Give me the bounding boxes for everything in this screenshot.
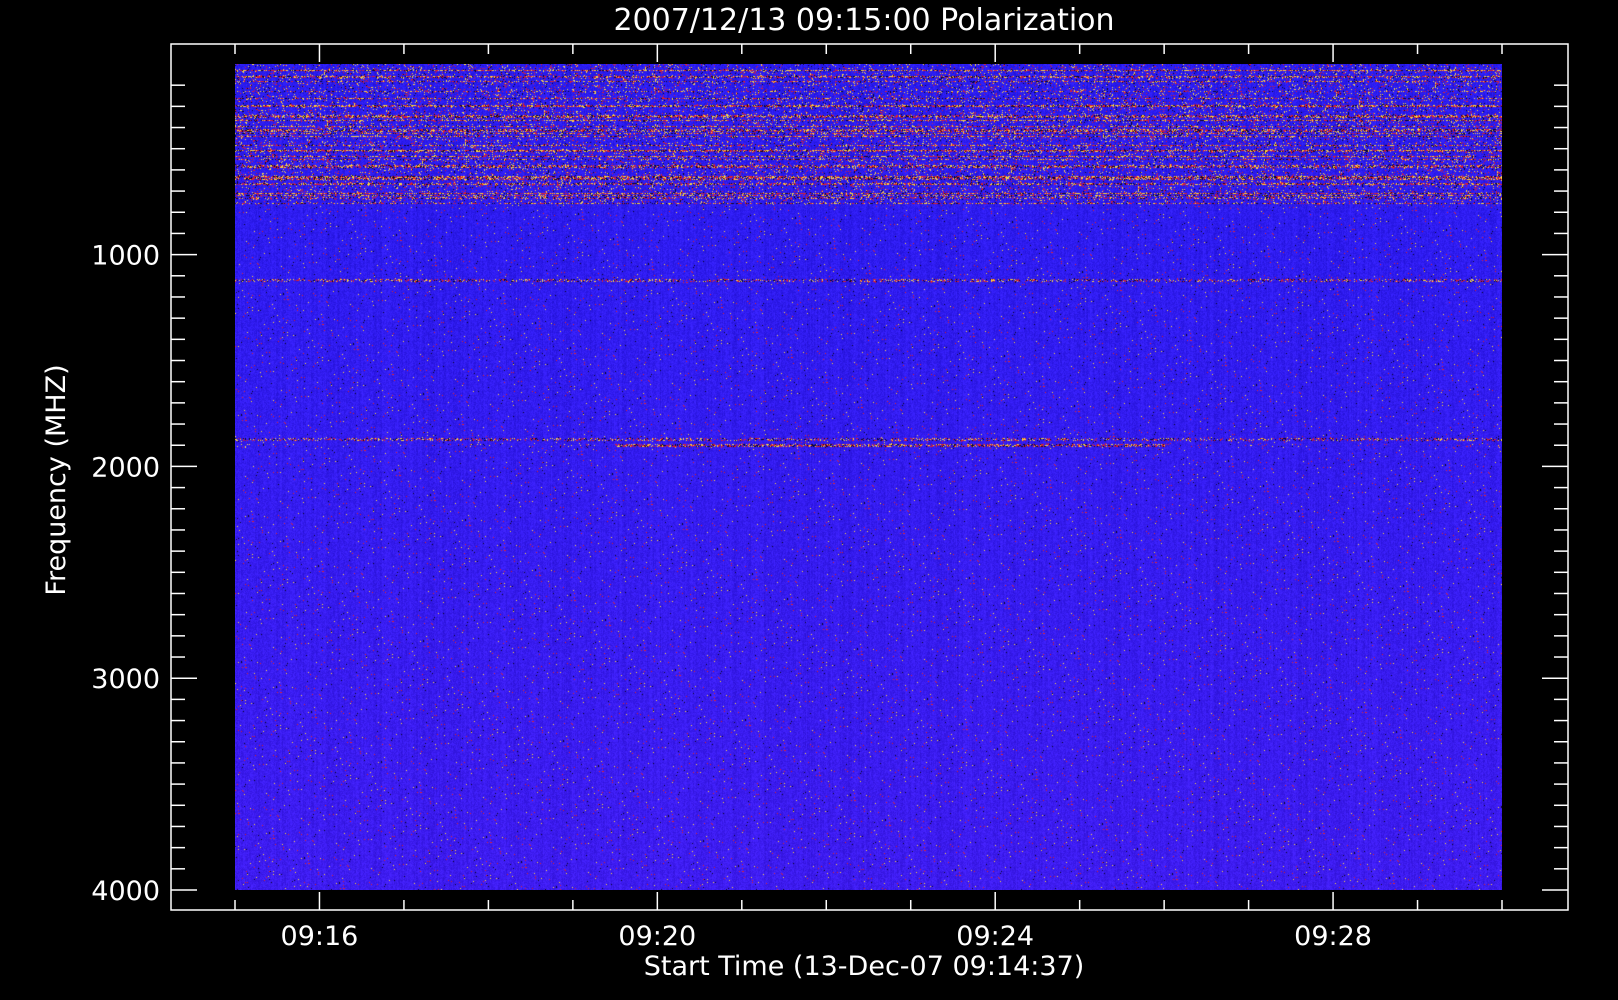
y-tick-label: 4000 (91, 876, 160, 907)
spectrogram-figure: 2007/12/13 09:15:00 Polarization 09:16 09… (0, 0, 1618, 1000)
y-tick-label: 2000 (91, 452, 160, 483)
x-tick-label: 09:28 (1294, 921, 1372, 952)
x-tick-label: 09:24 (956, 921, 1034, 952)
x-tick-label: 09:20 (618, 921, 696, 952)
heatmap-image (235, 64, 1502, 890)
x-axis-label: Start Time (13-Dec-07 09:14:37) (644, 951, 1085, 982)
chart-title: 2007/12/13 09:15:00 Polarization (613, 3, 1114, 38)
y-tick-label: 3000 (91, 664, 160, 695)
y-axis-label: Frequency (MHZ) (41, 364, 72, 595)
y-tick-label: 1000 (91, 241, 160, 272)
x-tick-label: 09:16 (281, 921, 359, 952)
